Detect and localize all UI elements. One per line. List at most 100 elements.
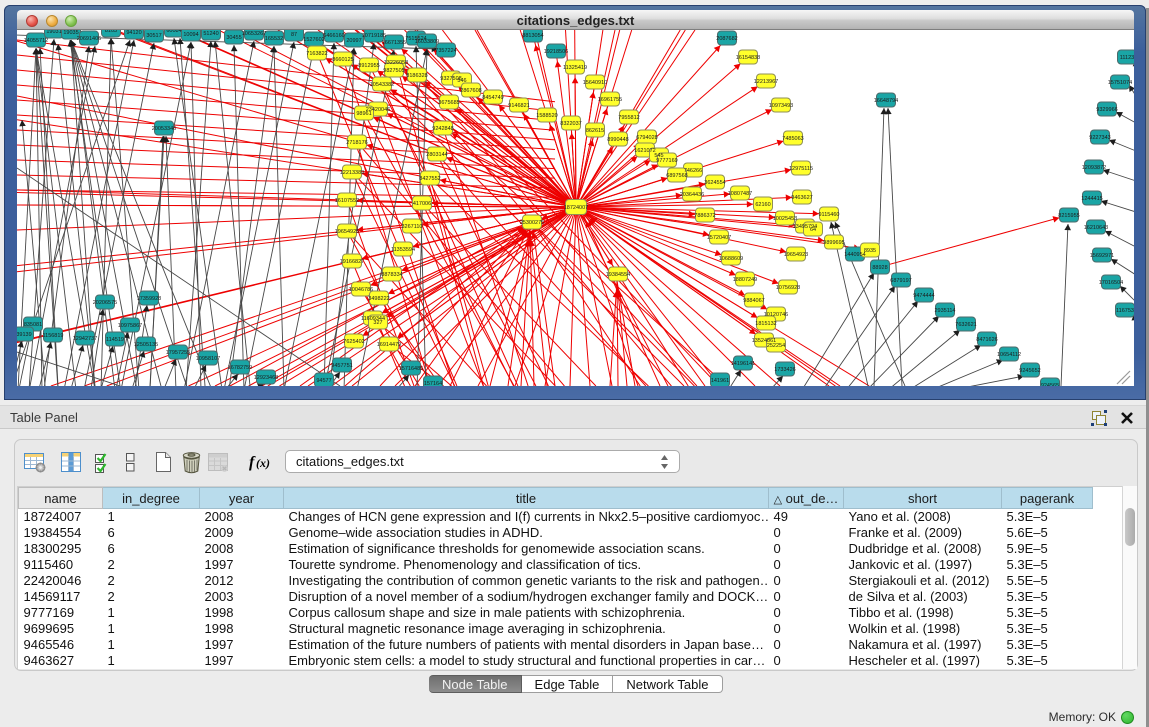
svg-text:6466160: 6466160 (323, 33, 344, 39)
svg-text:16914479: 16914479 (377, 342, 401, 348)
svg-text:8878334: 8878334 (381, 272, 402, 278)
svg-text:417006: 417006 (413, 201, 431, 207)
svg-text:12923468: 12923468 (254, 375, 278, 381)
svg-text:10543382: 10543382 (370, 82, 394, 88)
svg-text:10975867: 10975867 (118, 323, 142, 329)
svg-text:2718176: 2718176 (346, 140, 367, 146)
svg-text:7357224: 7357224 (435, 48, 456, 54)
svg-text:15692971: 15692971 (1090, 253, 1114, 259)
svg-text:10688609: 10688609 (719, 256, 743, 262)
svg-text:25300275: 25300275 (520, 220, 544, 226)
svg-text:924565: 924565 (1041, 383, 1059, 386)
svg-text:9777169: 9777169 (656, 158, 677, 164)
svg-text:98961: 98961 (356, 111, 371, 117)
svg-text:1244415: 1244415 (1081, 196, 1102, 202)
svg-text:8990448: 8990448 (607, 137, 628, 143)
svg-text:17359928: 17359928 (137, 296, 161, 302)
svg-text:16648794: 16648794 (874, 98, 898, 104)
svg-text:10046786: 10046786 (349, 287, 373, 293)
svg-text:2087682: 2087682 (716, 36, 737, 42)
svg-text:11123: 11123 (1120, 55, 1134, 61)
svg-text:2867608: 2867608 (460, 88, 481, 94)
svg-text:10807487: 10807487 (728, 191, 752, 197)
svg-text:13226058: 13226058 (384, 60, 408, 66)
svg-text:8186328: 8186328 (406, 73, 427, 79)
svg-text:14196141: 14196141 (731, 361, 755, 367)
svg-text:19218506: 19218506 (544, 49, 568, 55)
svg-text:165532: 165532 (265, 36, 283, 42)
svg-text:20053346: 20053346 (152, 126, 176, 132)
svg-text:6897568: 6897568 (666, 173, 687, 179)
svg-text:18724007: 18724007 (564, 205, 588, 211)
svg-text:9474444: 9474444 (913, 293, 934, 299)
svg-text:10120746: 10120746 (764, 312, 788, 318)
svg-text:114519: 114519 (106, 337, 124, 343)
svg-text:39139: 39139 (17, 332, 32, 338)
svg-text:20997: 20997 (346, 38, 361, 44)
svg-text:f: f (249, 454, 256, 471)
svg-text:7886372: 7886372 (694, 213, 715, 219)
svg-text:8322037: 8322037 (560, 121, 581, 127)
svg-text:15716485: 15716485 (399, 366, 423, 372)
svg-text:8215955: 8215955 (1058, 213, 1079, 219)
svg-text:15751074: 15751074 (1108, 80, 1132, 86)
svg-text:8427552: 8427552 (419, 176, 440, 182)
svg-text:3267110: 3267110 (401, 224, 422, 230)
svg-text:12975115: 12975115 (789, 166, 813, 172)
svg-text:87: 87 (291, 32, 297, 38)
svg-text:64: 64 (810, 227, 816, 233)
svg-text:327: 327 (373, 320, 382, 326)
svg-text:7955812: 7955812 (618, 115, 639, 121)
svg-text:8912955: 8912955 (358, 63, 379, 69)
svg-text:9245652: 9245652 (1019, 368, 1040, 374)
svg-text:9146821: 9146821 (508, 103, 529, 109)
svg-text:16107552: 16107552 (335, 198, 359, 204)
svg-text:14055712: 14055712 (24, 38, 48, 44)
svg-text:1733426: 1733426 (774, 367, 795, 373)
svg-text:3675685: 3675685 (438, 100, 459, 106)
svg-text:17957255: 17957255 (166, 350, 190, 356)
svg-text:60084: 60084 (166, 30, 181, 34)
svg-text:16782759: 16782759 (228, 365, 252, 371)
svg-text:12213967: 12213967 (754, 79, 778, 85)
svg-text:1440954: 1440954 (844, 252, 865, 258)
svg-text:10958107: 10958107 (196, 356, 220, 362)
svg-text:6879197: 6879197 (890, 278, 911, 284)
svg-text:10654112: 10654112 (997, 352, 1021, 358)
svg-text:862615: 862615 (586, 128, 604, 134)
svg-text:7632621: 7632621 (955, 322, 976, 328)
svg-text:9899695: 9899695 (823, 240, 844, 246)
svg-text:51240: 51240 (203, 31, 218, 37)
svg-text:19654923: 19654923 (784, 252, 808, 258)
svg-text:16210643: 16210643 (1084, 225, 1108, 231)
svg-text:17016504: 17016504 (1099, 280, 1123, 286)
svg-text:1527602: 1527602 (303, 37, 324, 43)
svg-text:9115460: 9115460 (818, 212, 839, 218)
svg-text:835081: 835081 (24, 322, 42, 328)
svg-text:8454749: 8454749 (482, 95, 503, 101)
svg-text:7625402: 7625402 (343, 339, 364, 345)
svg-text:1815132: 1815132 (755, 321, 776, 327)
svg-text:8471626: 8471626 (976, 337, 997, 343)
svg-text:1156819: 1156819 (42, 333, 63, 339)
svg-text:8813054: 8813054 (522, 33, 543, 39)
svg-text:88928: 88928 (872, 265, 887, 271)
svg-text:15640910: 15640910 (583, 80, 607, 86)
svg-text:11325419: 11325419 (563, 65, 587, 71)
svg-text:8660125: 8660125 (332, 57, 353, 63)
svg-text:7163822: 7163822 (306, 51, 327, 57)
svg-text:62160: 62160 (755, 202, 770, 208)
svg-text:12942737: 12942737 (73, 336, 97, 342)
svg-text:16961755: 16961755 (598, 97, 622, 103)
svg-text:10653267: 10653267 (242, 31, 266, 37)
svg-text:7485063: 7485063 (782, 136, 803, 142)
svg-text:9463627: 9463627 (791, 195, 812, 201)
svg-text:10094: 10094 (183, 32, 198, 38)
svg-text:1588520: 1588520 (536, 113, 557, 119)
svg-text:141961: 141961 (711, 378, 729, 384)
svg-text:16154838: 16154838 (736, 55, 760, 61)
svg-text:10973493: 10973493 (769, 103, 793, 109)
svg-text:16033809: 16033809 (415, 39, 439, 45)
svg-text:30517: 30517 (146, 33, 161, 39)
svg-text:16671355: 16671355 (382, 40, 406, 46)
